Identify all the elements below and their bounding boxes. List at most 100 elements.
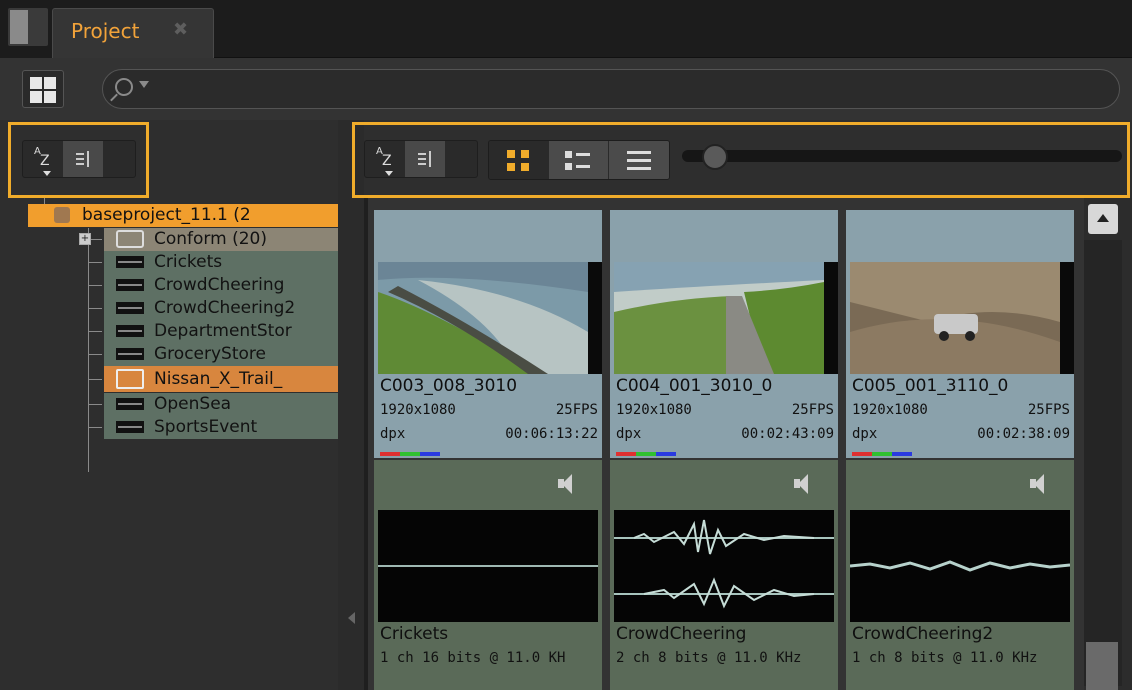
bin-item-nissan-x-trail[interactable]: Nissan_X_Trail_ <box>104 366 338 392</box>
media-sort-order-button[interactable] <box>405 141 445 177</box>
waveform-graphic <box>849 560 1071 572</box>
clip-resolution: 1920x1080 <box>852 402 928 418</box>
media-card-video[interactable]: C004_001_3010_0 1920x1080 25FPS dpx 00:0… <box>610 210 838 458</box>
bin-sort-toolbar: A Z <box>22 140 136 178</box>
audio-waveform <box>614 510 834 622</box>
clip-format: dpx <box>616 426 642 442</box>
list-icon <box>627 151 651 154</box>
video-thumbnail <box>850 262 1074 374</box>
clip-format: dpx <box>380 426 406 442</box>
chevron-left-icon[interactable] <box>348 612 355 624</box>
waveform-graphic <box>614 519 834 609</box>
bin-item-label: OpenSea <box>154 394 232 414</box>
bin-root[interactable]: baseproject_11.1 (2 <box>28 204 338 227</box>
video-thumbnail <box>614 262 838 374</box>
search-row <box>0 58 1132 120</box>
media-card-audio[interactable]: CrowdCheering 2 ch 8 bits @ 11.0 KHz <box>610 460 838 690</box>
search-input[interactable] <box>102 69 1120 109</box>
rgb-channels-indicator <box>852 452 912 456</box>
rgb-channels-indicator <box>616 452 676 456</box>
grid-cell-icon <box>30 77 42 89</box>
bin-item-label: CrowdCheering <box>154 275 285 295</box>
bin-item-label: Crickets <box>154 252 223 272</box>
list-view-button[interactable] <box>609 141 669 179</box>
media-card-video[interactable]: C005_001_3110_0 1920x1080 25FPS dpx 00:0… <box>846 210 1074 458</box>
audio-info: 1 ch 8 bits @ 11.0 KHz <box>852 650 1038 666</box>
speaker-icon <box>794 474 814 494</box>
bin-item-conform[interactable]: Conform (20) <box>104 228 338 251</box>
close-icon[interactable]: ✖ <box>173 19 188 40</box>
clip-timecode: 00:06:13:22 <box>505 426 598 442</box>
tree-line <box>88 228 89 472</box>
panel-menu-icon[interactable] <box>8 8 48 46</box>
audio-info: 1 ch 16 bits @ 11.0 KH <box>380 650 566 666</box>
view-mode-group <box>488 140 670 180</box>
chevron-down-icon <box>385 171 393 176</box>
clip-name: CrowdCheering2 <box>852 624 994 644</box>
tree-line <box>88 354 102 355</box>
clip-fps: 25FPS <box>791 402 834 418</box>
clip-name: C005_001_3110_0 <box>852 376 1009 396</box>
expand-icon[interactable]: + <box>79 233 91 245</box>
audio-clip-icon <box>116 398 144 410</box>
scroll-track[interactable] <box>1084 240 1122 686</box>
thumbnail-view-button[interactable] <box>489 141 549 179</box>
audio-clip-icon <box>116 421 144 433</box>
audio-clip-icon <box>116 302 144 314</box>
clip-name: Crickets <box>380 624 449 644</box>
sort-order-button[interactable] <box>63 141 103 177</box>
bin-item-opensea[interactable]: OpenSea <box>104 393 338 416</box>
thumbnail-size-slider-handle[interactable] <box>702 144 728 170</box>
scroll-up-button[interactable] <box>1088 204 1118 234</box>
bin-item-crickets[interactable]: Crickets <box>104 251 338 274</box>
search-options-dropdown-icon[interactable] <box>139 81 149 88</box>
grid-icon <box>507 163 515 171</box>
media-sort-toolbar: A Z <box>364 140 478 178</box>
clip-fps: 25FPS <box>555 402 598 418</box>
tab-project[interactable]: Project ✖ <box>52 8 214 58</box>
list-thumb-icon <box>565 151 572 158</box>
list-icon <box>627 159 651 162</box>
media-card-audio[interactable]: Crickets 1 ch 16 bits @ 11.0 KH <box>374 460 602 690</box>
bin-item-departmentstore[interactable]: DepartmentStor <box>104 320 338 343</box>
audio-clip-icon <box>116 325 144 337</box>
bin-item-sportsevent[interactable]: SportsEvent <box>104 416 338 439</box>
clip-name: C003_008_3010 <box>380 376 518 396</box>
thumbnail-list-view-button[interactable] <box>549 141 609 179</box>
clip-fps: 25FPS <box>1027 402 1070 418</box>
grid-icon <box>521 163 529 171</box>
sort-order-icon <box>76 151 90 167</box>
media-card-audio[interactable]: CrowdCheering2 1 ch 8 bits @ 11.0 KHz <box>846 460 1074 690</box>
clip-resolution: 1920x1080 <box>616 402 692 418</box>
audio-clip-icon <box>116 256 144 268</box>
media-sort-alphabetical-button[interactable]: A Z <box>365 141 405 177</box>
grid-icon <box>521 150 529 158</box>
bin-panel: A Z baseproject_11.1 (2 + Conform (20) C… <box>0 120 338 690</box>
sort-alphabetical-button[interactable]: A Z <box>23 141 63 177</box>
scroll-thumb[interactable] <box>1086 642 1118 690</box>
bin-item-crowdcheering[interactable]: CrowdCheering <box>104 274 338 297</box>
video-thumbnail-image <box>614 262 824 374</box>
tree-line <box>88 404 102 405</box>
media-card-video[interactable]: C003_008_3010 1920x1080 25FPS dpx 00:06:… <box>374 210 602 458</box>
speaker-icon <box>1030 474 1050 494</box>
sort-az-z: Z <box>382 153 392 169</box>
clip-format: dpx <box>852 426 878 442</box>
clip-name: CrowdCheering <box>616 624 747 644</box>
grid-cell-icon <box>44 77 56 89</box>
media-scrollbar[interactable] <box>1084 198 1132 690</box>
bin-item-label: Conform (20) <box>154 229 267 249</box>
search-icon-handle <box>110 93 118 102</box>
layout-toggle-button[interactable] <box>22 70 64 108</box>
panel-splitter[interactable] <box>338 120 364 690</box>
speaker-icon <box>558 474 578 494</box>
audio-waveform <box>849 510 1071 622</box>
bin-item-grocerystore[interactable]: GroceryStore <box>104 343 338 366</box>
bin-item-crowdcheering2[interactable]: CrowdCheering2 <box>104 297 338 320</box>
thumbnail-size-slider[interactable] <box>682 150 1122 162</box>
grid-icon <box>507 150 515 158</box>
bin-item-label: Nissan_X_Trail_ <box>154 369 283 389</box>
tree-line <box>88 285 102 286</box>
tree-line <box>88 262 102 263</box>
folder-icon <box>116 230 144 248</box>
